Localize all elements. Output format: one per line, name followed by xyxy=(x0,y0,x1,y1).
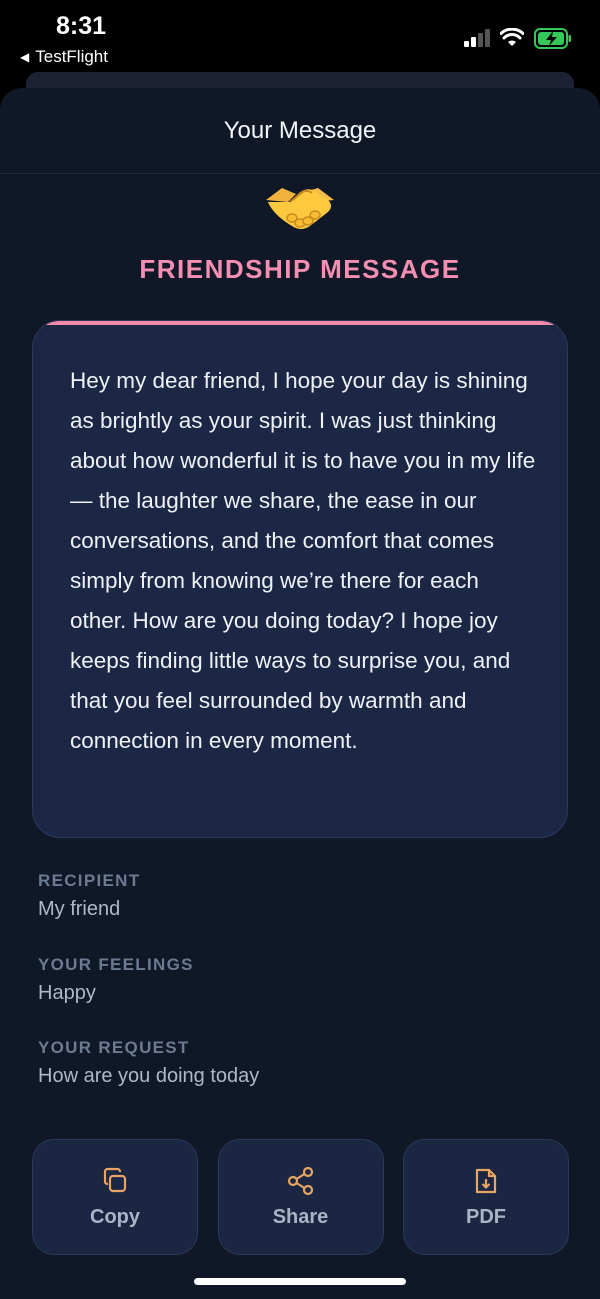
message-body[interactable]: Hey my dear friend, I hope your day is s… xyxy=(70,361,540,761)
cellular-signal-icon xyxy=(464,29,490,47)
feelings-value: Happy xyxy=(38,982,96,1004)
back-arrow-icon: ◀ xyxy=(20,50,30,64)
back-to-testflight-button[interactable]: ◀ TestFlight xyxy=(20,47,108,67)
message-card: Hey my dear friend, I hope your day is s… xyxy=(32,320,568,838)
copy-button[interactable]: Copy xyxy=(32,1139,198,1255)
recipient-value: My friend xyxy=(38,898,121,920)
request-detail: YOUR REQUEST How are you doing today xyxy=(38,1038,538,1088)
feelings-detail: YOUR FEELINGS Happy xyxy=(38,955,538,1005)
back-app-label: TestFlight xyxy=(35,47,108,66)
pdf-label: PDF xyxy=(466,1205,506,1228)
copy-label: Copy xyxy=(90,1205,140,1228)
status-bar: 8:31 ◀ TestFlight xyxy=(0,0,600,72)
status-time: 8:31 xyxy=(56,12,107,40)
category-emoji xyxy=(0,178,600,234)
share-label: Share xyxy=(272,1205,329,1228)
share-icon xyxy=(287,1166,313,1195)
recipient-label: RECIPIENT xyxy=(38,871,141,890)
copy-icon xyxy=(103,1167,127,1192)
recipient-detail: RECIPIENT My friend xyxy=(38,871,538,921)
page-title: Your Message xyxy=(0,88,600,174)
pdf-button[interactable]: PDF xyxy=(403,1139,569,1255)
file-download-icon xyxy=(475,1168,497,1193)
request-value: How are you doing today xyxy=(38,1065,260,1087)
message-category-title: FRIENDSHIP MESSAGE xyxy=(139,254,461,284)
message-sheet: Your Message FRIENDSHIP MESSAGE Hey my d… xyxy=(0,88,600,1299)
feelings-label: YOUR FEELINGS xyxy=(38,955,194,974)
wifi-icon xyxy=(500,28,524,46)
share-button[interactable]: Share xyxy=(217,1139,384,1255)
battery-charging-icon xyxy=(534,28,571,49)
handshake-icon xyxy=(266,188,334,229)
request-label: YOUR REQUEST xyxy=(38,1038,190,1057)
home-indicator[interactable] xyxy=(194,1278,406,1285)
action-bar: Copy Share PDF xyxy=(32,1139,569,1255)
